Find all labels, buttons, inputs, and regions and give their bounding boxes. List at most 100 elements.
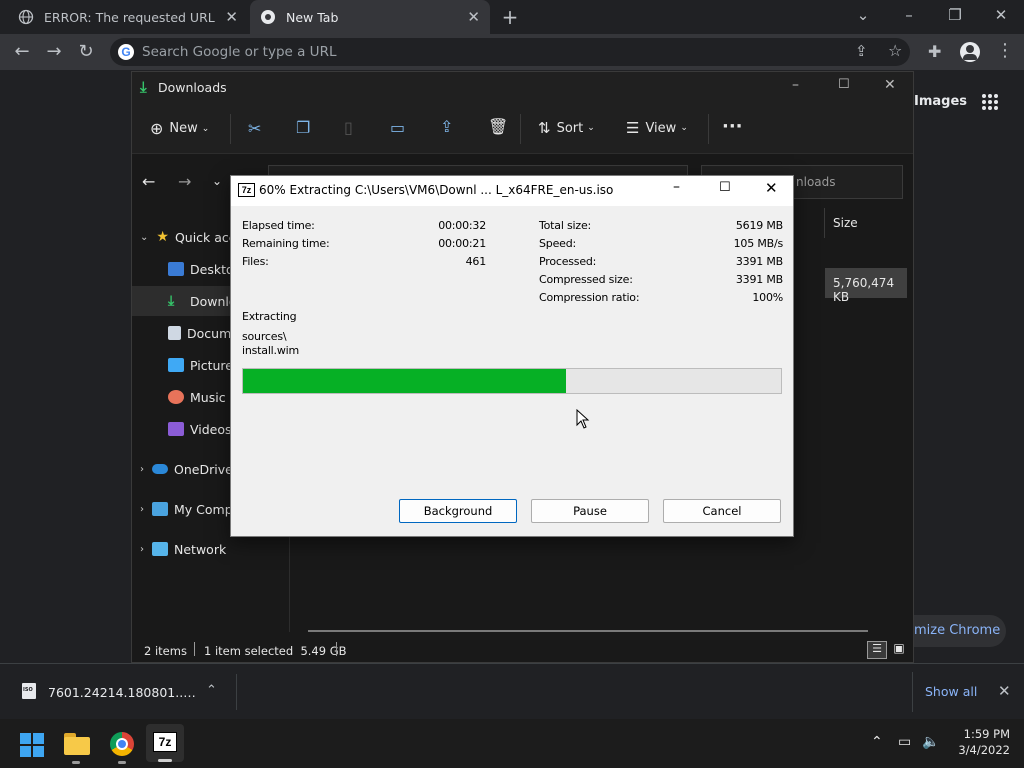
extract-progress-dialog: 7z 60% Extracting C:\Users\VM6\Downl ...… [230,175,794,537]
close-icon[interactable]: ✕ [467,8,480,26]
tab-search-chevron-icon[interactable]: ⌄ [851,6,875,24]
progress-bar-fill [243,369,566,393]
sort-button[interactable]: ⇅ Sort ⌄ [538,119,595,137]
sidebar-item-label: Quick acc [174,229,236,245]
processed-label: Processed: [539,255,597,268]
view-button[interactable]: ☰ View ⌄ [626,119,688,137]
background-button[interactable]: Background [399,499,517,523]
document-icon [168,326,181,340]
tab-title: New Tab [286,9,339,25]
compression-ratio-label: Compression ratio: [539,291,640,304]
divider [708,114,709,144]
files-label: Files: [242,255,269,268]
chevron-down-icon: ⌄ [140,231,149,243]
divider [520,114,521,144]
elapsed-time-value: 00:00:32 [438,219,486,232]
windows-taskbar: 7z ⌃ ▭ 🔈 1:59 PM 3/4/2022 [0,719,1024,768]
minimize-icon[interactable]: – [792,77,799,93]
minimize-icon[interactable]: – [673,179,680,195]
chevron-right-icon: › [140,463,144,475]
chrome-icon [261,10,275,24]
clock-time: 1:59 PM [963,727,1010,741]
sidebar-item-network[interactable]: › Network [132,534,289,564]
tab-new-tab[interactable]: New Tab ✕ [250,0,490,34]
new-button[interactable]: ⊕ New ⌄ [150,119,209,138]
column-header-size[interactable]: Size [824,208,908,238]
file-size-cell: 5,760,474 KB [833,276,895,304]
explorer-title: Downloads [158,80,227,95]
maximize-icon[interactable]: ☐ [719,180,731,195]
remaining-time-value: 00:00:21 [438,237,486,250]
maximize-icon[interactable]: ☐ [838,77,850,92]
tiles-view-icon[interactable]: ▣ [890,641,908,659]
chrome-taskbar-icon[interactable] [110,732,134,756]
google-apps-grid-icon[interactable] [980,92,1000,112]
new-tab-plus-icon[interactable]: + [498,5,522,29]
cancel-button[interactable]: Cancel [663,499,781,523]
view-lines-icon: ☰ [626,119,640,137]
elapsed-time-label: Elapsed time: [242,219,315,232]
windows-start-icon[interactable] [20,733,44,757]
active-indicator [158,759,172,762]
paste-icon[interactable]: ▯ [344,118,353,137]
show-hidden-icons-chevron-icon[interactable]: ⌃ [871,734,883,750]
speed-label: Speed: [539,237,576,250]
omnibox[interactable]: G Search Google or type a URL ⇪ ☆ [110,38,910,66]
bookmark-star-icon[interactable]: ☆ [888,41,902,60]
rename-icon[interactable]: ▭ [390,118,405,137]
sort-label: Sort [556,120,584,136]
share-icon[interactable]: ⇪ [855,42,868,60]
ntp-images-link[interactable]: Images [914,94,967,109]
horizontal-scrollbar[interactable] [308,630,868,632]
close-icon[interactable]: ✕ [225,8,238,26]
minimize-icon[interactable]: – [897,6,921,24]
pause-button[interactable]: Pause [531,499,649,523]
close-shelf-icon[interactable]: ✕ [998,682,1011,700]
chevron-up-icon[interactable]: ⌃ [206,683,217,698]
close-window-icon[interactable]: ✕ [989,6,1013,24]
volume-speaker-icon[interactable]: 🔈 [922,734,939,750]
profile-avatar-icon[interactable] [960,42,980,62]
show-all-link[interactable]: Show all [925,684,977,699]
details-view-icon[interactable]: ☰ [867,641,887,659]
network-monitor-icon[interactable]: ▭ [898,734,911,750]
7zip-app-icon: 7z [238,183,255,197]
tab-error[interactable]: ERROR: The requested URL could not be re… [8,0,248,34]
share-icon[interactable]: ⇪ [440,117,453,136]
taskbar-clock[interactable]: 1:59 PM 3/4/2022 [944,727,1010,757]
back-arrow-icon[interactable]: ← [142,172,155,191]
view-label: View [645,120,677,136]
videos-icon [168,422,184,436]
running-indicator [118,761,126,764]
delete-trash-icon[interactable]: 🗑 [488,117,508,136]
network-icon [152,542,168,556]
more-options-icon[interactable]: ··· [722,116,743,137]
explorer-status-bar: 2 items 1 item selected 5.49 GB ☰ ▣ [132,638,913,662]
files-value: 461 [465,255,487,268]
back-arrow-icon[interactable]: ← [10,40,34,64]
running-indicator [72,761,80,764]
reload-icon[interactable]: ↻ [74,40,98,64]
forward-arrow-icon[interactable]: → [178,172,191,191]
7zip-taskbar-button[interactable]: 7z [146,724,184,762]
total-size-label: Total size: [539,219,592,232]
close-window-icon[interactable]: ✕ [884,77,896,93]
copy-icon[interactable]: ❐ [296,118,310,137]
forward-arrow-icon[interactable]: → [42,40,66,64]
chevron-down-icon: ⌄ [587,123,595,133]
extensions-puzzle-icon[interactable]: ✚ [928,42,941,61]
divider [336,642,337,656]
sidebar-item-label: Music [190,389,226,405]
close-icon[interactable]: ✕ [765,179,778,197]
file-explorer-folder-icon[interactable] [64,733,90,755]
chrome-menu-kebab-icon[interactable]: ⋮ [996,40,1014,61]
dialog-titlebar: 7z 60% Extracting C:\Users\VM6\Downl ...… [231,176,793,206]
table-row-selected[interactable]: 5,760,474 KB [825,268,907,304]
7zip-app-icon: 7z [153,732,177,752]
restore-icon[interactable]: ❐ [943,6,967,24]
cut-icon[interactable]: ✂ [248,119,261,138]
download-item[interactable]: ISO 7601.24214.180801....iso ⌃ [16,683,246,705]
search-placeholder: nloads [796,175,836,189]
recent-locations-chevron-icon[interactable]: ⌄ [212,174,222,188]
compressed-size-value: 3391 MB [735,273,783,286]
